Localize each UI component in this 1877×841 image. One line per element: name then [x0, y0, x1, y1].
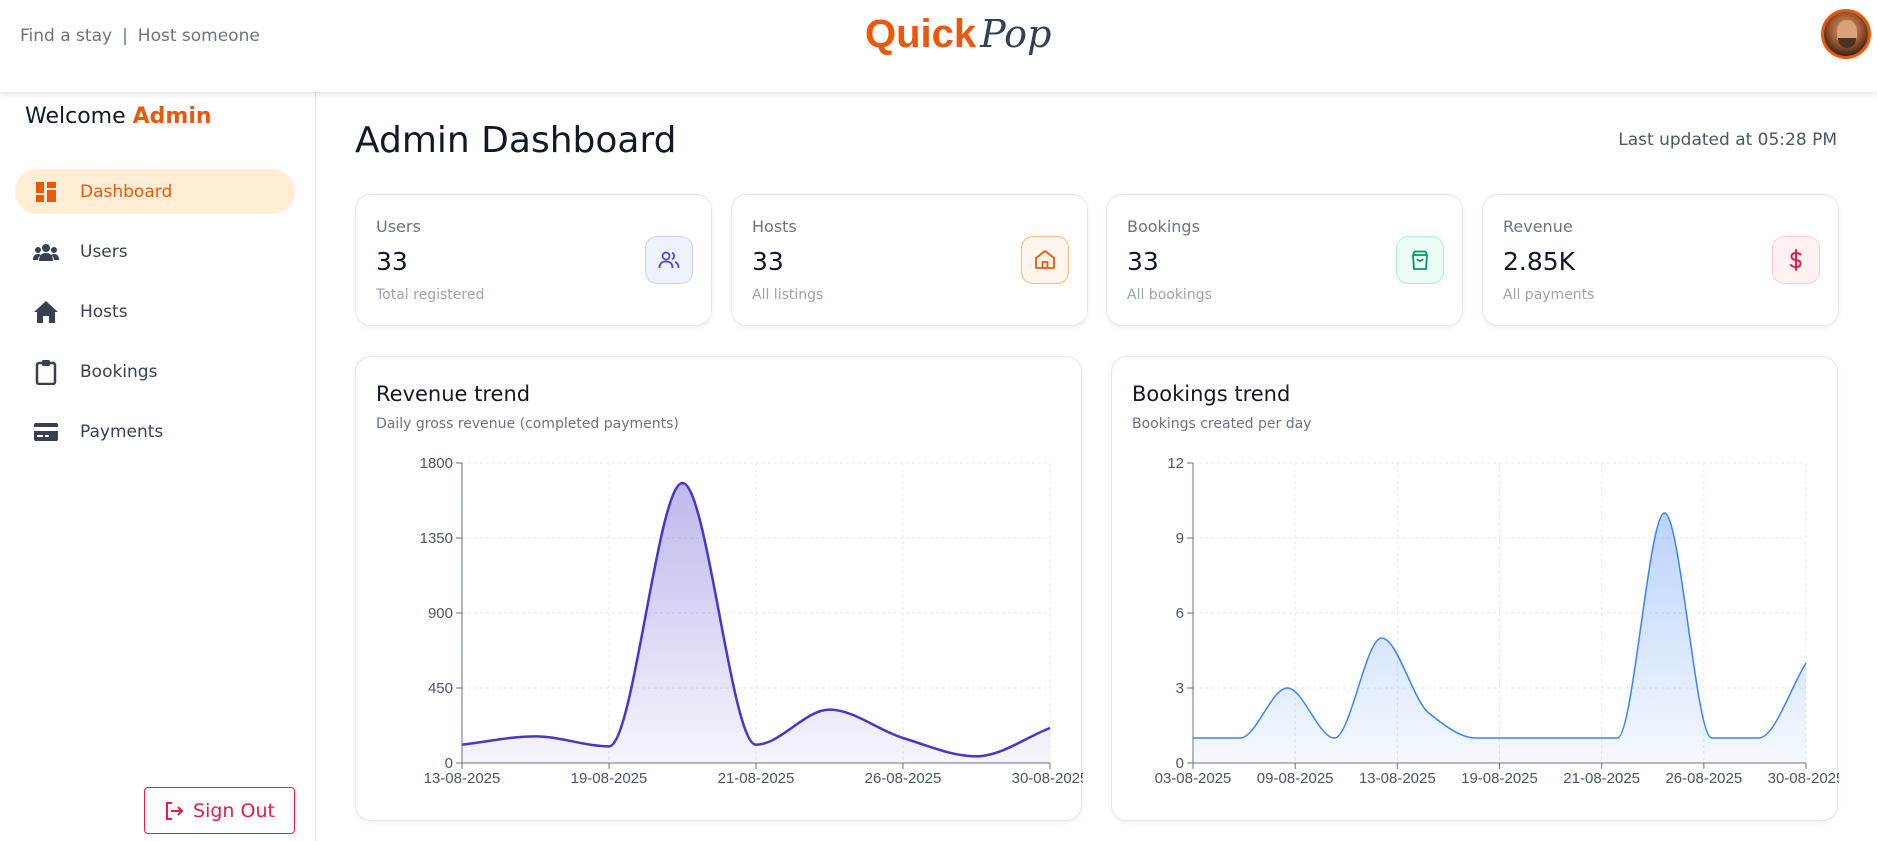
- y-tick-label: 1800: [420, 455, 453, 472]
- welcome-text: Welcome Admin: [25, 104, 212, 129]
- x-tick-label: 09-08-2025: [1257, 770, 1334, 787]
- x-tick-label: 26-08-2025: [1665, 770, 1742, 787]
- shopping-bag-icon: [1396, 236, 1444, 284]
- stat-card-bookings: Bookings 33 All bookings: [1106, 194, 1463, 326]
- sidebar-item-label: Users: [80, 241, 128, 262]
- y-tick-label: 12: [1167, 455, 1184, 472]
- brand-logo[interactable]: Quick Pop: [865, 12, 1051, 57]
- stat-label: Users: [376, 217, 421, 236]
- revenue-trend-chart: 04509001350180013-08-2025 19-08-2025 21-08…: [420, 455, 1083, 787]
- sign-out-icon: [166, 801, 184, 820]
- y-tick-label: 450: [428, 680, 453, 697]
- stat-value: 33: [1127, 247, 1159, 276]
- sign-out-label: Sign Out: [193, 799, 275, 822]
- x-tick-label: 30-08-2025: [1012, 770, 1083, 787]
- sign-out-button[interactable]: Sign Out: [144, 787, 295, 834]
- stat-value: 33: [752, 247, 784, 276]
- last-updated: Last updated at 05:28 PM: [1618, 130, 1837, 150]
- stat-card-hosts: Hosts 33 All listings: [731, 194, 1088, 326]
- y-tick-label: 3: [1176, 680, 1184, 697]
- stat-value: 33: [376, 247, 408, 276]
- stat-sub: All payments: [1503, 287, 1595, 303]
- sidebar-item-bookings[interactable]: Bookings: [15, 349, 295, 394]
- x-tick-label: 30-08-2025: [1768, 770, 1839, 787]
- brand-quick: Quick: [865, 12, 977, 56]
- bookings-trend-chart: 03691203-08-2025 09-08-2025 13-08-2025 19-0…: [1155, 455, 1839, 787]
- avatar[interactable]: [1821, 9, 1871, 59]
- top-links: Find a stay | Host someone: [20, 26, 260, 46]
- clipboard-icon: [33, 359, 59, 385]
- house-outline-icon: [1021, 236, 1069, 284]
- credit-card-icon: [33, 419, 59, 445]
- sidebar: Welcome Admin Dashboard Users Hosts Book…: [0, 92, 316, 841]
- dashboard-icon: [33, 179, 59, 205]
- host-someone-link[interactable]: Host someone: [138, 26, 260, 46]
- stat-card-users: Users 33 Total registered: [355, 194, 712, 326]
- sidebar-item-label: Payments: [80, 421, 164, 442]
- y-tick-label: 6: [1176, 605, 1184, 622]
- x-tick-label: 13-08-2025: [1359, 770, 1436, 787]
- x-tick-label: 26-08-2025: [865, 770, 942, 787]
- page-title: Admin Dashboard: [355, 120, 677, 161]
- avatar-beard: [1838, 38, 1856, 48]
- x-tick-label: 19-08-2025: [571, 770, 648, 787]
- welcome-prefix: Welcome: [25, 104, 126, 129]
- sidebar-item-label: Bookings: [80, 361, 158, 382]
- sidebar-item-label: Hosts: [80, 301, 128, 322]
- stat-sub: All bookings: [1127, 287, 1212, 303]
- y-tick-label: 9: [1176, 530, 1184, 547]
- sidebar-item-users[interactable]: Users: [15, 229, 295, 274]
- x-tick-label: 21-08-2025: [718, 770, 795, 787]
- bookings-trend-card: Bookings trend Bookings created per day …: [1111, 356, 1839, 821]
- x-tick-label: 03-08-2025: [1155, 770, 1232, 787]
- sidebar-nav: Dashboard Users Hosts Bookings Payments: [15, 169, 295, 469]
- x-tick-label: 21-08-2025: [1563, 770, 1640, 787]
- stat-sub: Total registered: [376, 287, 485, 303]
- stat-card-revenue: Revenue 2.85K All payments: [1482, 194, 1839, 326]
- top-navbar: Find a stay | Host someone Quick Pop: [0, 0, 1877, 92]
- dollar-icon: [1772, 236, 1820, 284]
- stat-label: Hosts: [752, 217, 797, 236]
- sidebar-item-hosts[interactable]: Hosts: [15, 289, 295, 334]
- stat-label: Revenue: [1503, 217, 1573, 236]
- link-separator: |: [122, 26, 128, 46]
- users-icon: [33, 239, 59, 265]
- stat-value: 2.85K: [1503, 247, 1576, 276]
- stat-sub: All listings: [752, 287, 824, 303]
- stat-label: Bookings: [1127, 217, 1200, 236]
- welcome-name: Admin: [132, 104, 212, 129]
- sidebar-item-label: Dashboard: [80, 181, 173, 202]
- home-icon: [33, 299, 59, 325]
- find-a-stay-link[interactable]: Find a stay: [20, 26, 112, 46]
- x-tick-label: 13-08-2025: [424, 770, 501, 787]
- users-outline-icon: [645, 236, 693, 284]
- x-tick-label: 19-08-2025: [1461, 770, 1538, 787]
- y-tick-label: 900: [428, 605, 453, 622]
- chart-grid: [461, 462, 1051, 764]
- sidebar-item-payments[interactable]: Payments: [15, 409, 295, 454]
- brand-pop: Pop: [980, 12, 1052, 56]
- revenue-trend-card: Revenue trend Daily gross revenue (compl…: [355, 356, 1083, 821]
- sidebar-item-dashboard[interactable]: Dashboard: [15, 169, 295, 214]
- y-tick-label: 1350: [420, 530, 453, 547]
